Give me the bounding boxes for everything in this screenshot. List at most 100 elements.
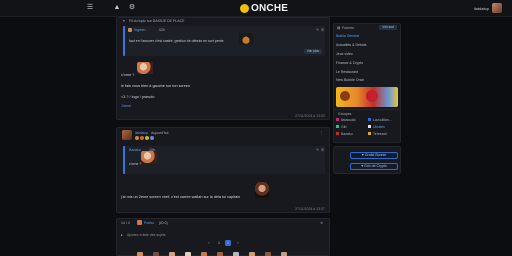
page-indicator: 14 / 4	[121, 221, 130, 225]
quote-text: c'orne ?	[129, 162, 142, 166]
reply-meta: (ID:0)	[159, 221, 168, 225]
page-2-button[interactable]: 2	[225, 240, 231, 246]
group-link[interactable]: liataoudic	[341, 118, 356, 122]
groups-title: Groupes	[338, 112, 352, 116]
risitas-sticker	[141, 151, 157, 163]
emoji-icon[interactable]	[201, 252, 207, 256]
banner-face	[340, 91, 350, 101]
see-more-button[interactable]: Voir plus	[303, 49, 322, 54]
post-card-2: liatdatop Aujourd'hui ⋮ Bazaku 10h ✎ ⎘ c…	[116, 127, 330, 213]
badge-icon	[135, 136, 139, 140]
quote-icon[interactable]: ✎	[316, 28, 319, 32]
badge-icon	[145, 136, 150, 140]
badge-row	[135, 136, 155, 141]
top-bar: ☰ ▲ ⚙ ONCHE liatdatop	[0, 0, 512, 17]
post-card-1: ▾ Fil du topic sur DAIGUE DE PLACE Ilqpe…	[116, 17, 330, 120]
reply-placeholder[interactable]: Ajoutez à liste des sujets	[127, 233, 166, 237]
reply-avatar	[137, 220, 142, 225]
link-icon[interactable]: ⎘	[321, 28, 324, 32]
group-icon	[368, 132, 371, 135]
forum-link[interactable]: Jeux vidéo	[336, 52, 353, 56]
prev-page-button[interactable]: ‹	[206, 240, 212, 246]
group-icon	[368, 125, 371, 128]
emoji-icon[interactable]	[233, 252, 239, 256]
face-sticker	[255, 182, 269, 198]
group-link[interactable]: Bazaku	[341, 132, 353, 136]
author-avatar	[122, 130, 132, 140]
more-icon[interactable]: ⋮	[320, 131, 324, 135]
forum-link[interactable]: Le Restaurant	[336, 70, 358, 74]
risitas-sticker	[137, 62, 153, 74]
group-link[interactable]: Tehreaot	[373, 132, 387, 136]
menu-icon[interactable]: ☰	[86, 4, 94, 12]
forums-see-all-button[interactable]: Voir tout	[379, 25, 397, 30]
emoji-icon[interactable]	[169, 252, 175, 256]
emoji-icon[interactable]	[281, 252, 287, 256]
group-link[interactable]: Lavouillan...	[373, 118, 392, 122]
user-menu[interactable]: liatdatop	[474, 3, 502, 13]
pinned-label[interactable]: Fil du topic sur DAIGUE DE PLACE	[129, 19, 184, 23]
page-1-button[interactable]: 1	[216, 240, 222, 246]
emoji-icon[interactable]	[217, 252, 223, 256]
quote-block: Bazaku 10h ✎ ⎘ c'orne ?	[123, 146, 325, 174]
next-page-button[interactable]: ›	[235, 240, 241, 246]
promo-banner[interactable]	[336, 87, 398, 107]
forum-link[interactable]: New Bubble Onch	[336, 78, 364, 82]
quote-block: Ilqpeen 02h ✎ ⎘ faut en t'assurer c'est …	[123, 26, 325, 56]
cat-sticker	[239, 33, 253, 45]
brand-text: ONCHE	[251, 3, 289, 14]
post-meta: Aujourd'hui	[151, 131, 169, 135]
close-icon[interactable]: ✕	[320, 221, 323, 225]
post-body: j'ai mis un 2eme screen chef, c'est carr…	[121, 195, 241, 199]
forum-link[interactable]: Finance & Crypto	[336, 61, 363, 65]
forums-title: Forums	[342, 26, 354, 30]
crypto-button[interactable]: ♥ Grix de Crypto	[350, 163, 398, 170]
group-icon	[336, 125, 339, 128]
quote-icon[interactable]: ✎	[316, 148, 319, 152]
quote-meta: 02h	[159, 28, 165, 32]
post-line: <3 ? / logo / pseudo	[121, 95, 155, 99]
logo-icon	[240, 4, 249, 13]
badge-icon	[140, 136, 145, 140]
group-link[interactable]: Ulnaten	[373, 125, 385, 129]
group-icon	[336, 132, 339, 135]
group-icon	[336, 118, 339, 121]
post-date: 27/11/2024 à 13:07	[295, 207, 325, 211]
badge-icon	[150, 136, 155, 140]
settings-icon[interactable]: ⚙	[128, 4, 136, 12]
quote-avatar	[128, 28, 132, 32]
like-button[interactable]: J'aime	[121, 104, 131, 108]
emoji-icon[interactable]	[185, 252, 191, 256]
forums-icon: ▤	[337, 26, 341, 30]
emoji-icon[interactable]	[265, 252, 271, 256]
username: liatdatop	[473, 5, 489, 11]
reply-card: 14 / 4 Polrbo (ID:0) ✕ ▸ Ajoutez à liste…	[116, 218, 330, 256]
notifications-icon[interactable]: ▲	[113, 4, 121, 12]
emoji-icon[interactable]	[249, 252, 255, 256]
group-link[interactable]: Gib	[341, 125, 346, 129]
link-icon[interactable]: ⎘	[321, 148, 324, 152]
emoji-bar[interactable]	[137, 252, 297, 256]
quote-text: faut en t'assurer c'est castré, gestion …	[129, 39, 224, 43]
reply-author[interactable]: Polrbo	[144, 221, 154, 225]
post-date: 27/11/2024 à 13:02	[295, 114, 325, 118]
emoji-icon[interactable]	[137, 252, 143, 256]
chevron-icon: ▸	[121, 233, 123, 237]
create-button-label: Grofid Bonnie	[364, 153, 387, 157]
quote-author[interactable]: Bazaku	[129, 148, 141, 152]
group-icon	[368, 118, 371, 121]
create-button[interactable]: ♥ Grofid Bonnie	[350, 152, 398, 159]
forum-link[interactable]: Actualités & Débats	[336, 43, 367, 47]
post-line: c'orne ?	[121, 73, 135, 77]
user-avatar	[492, 3, 502, 13]
forum-link[interactable]: Blabla Général	[336, 34, 359, 38]
quote-author[interactable]: Ilqpeen	[134, 28, 145, 32]
crypto-button-label: Grix de Crypto	[364, 164, 387, 168]
banner-face	[366, 90, 378, 102]
post-line: le fais vous bien à gauche sur ton scree…	[121, 84, 191, 88]
pin-icon: ▾	[123, 19, 125, 23]
author-name[interactable]: liatdatop	[135, 131, 148, 135]
groups-panel: Groupes liataoudic Lavouillan... Gib Uln…	[333, 109, 401, 143]
brand-logo[interactable]: ONCHE	[240, 3, 288, 14]
emoji-icon[interactable]	[153, 252, 159, 256]
